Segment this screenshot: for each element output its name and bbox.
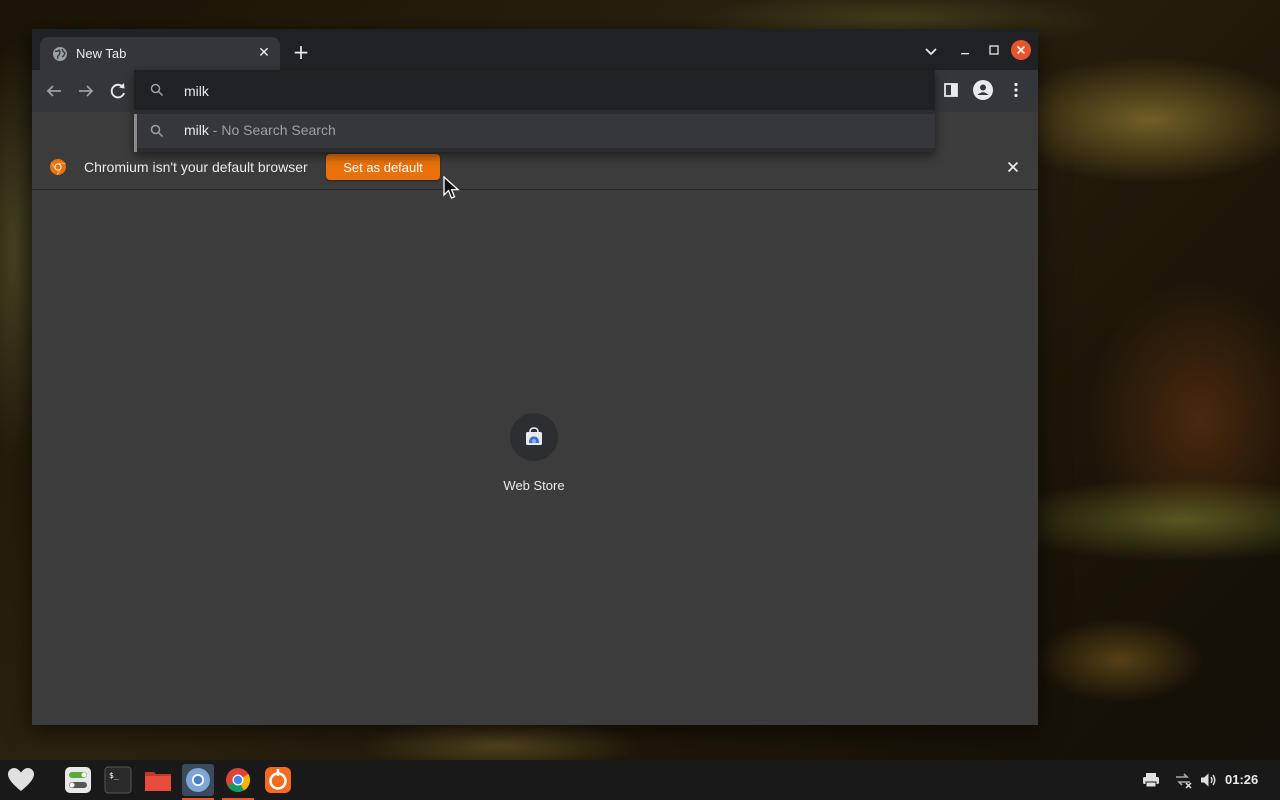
omnibox-suggestion[interactable]: milk - No Search Search [134,114,935,152]
tab-strip: New Tab ✕ + [32,29,1038,70]
infobar-brand: Chromium [84,159,149,175]
reload-icon[interactable] [106,79,130,103]
new-tab-page: Web Store [32,190,1038,725]
taskbar-chrome[interactable] [222,764,254,800]
forward-arrow-icon[interactable] [74,79,98,103]
heart-menu-icon[interactable] [5,764,37,796]
suggestion-query: milk [184,122,209,138]
window-close-button[interactable] [1011,40,1031,60]
tab-close-icon[interactable]: ✕ [256,45,272,61]
volume-icon[interactable] [1199,771,1217,789]
files-folder-icon[interactable] [142,764,174,796]
chromium-logo-icon [50,159,66,176]
tab-new-tab[interactable]: New Tab ✕ [40,37,280,70]
taskbar: $_ 01:26 [0,760,1280,800]
suggestion-highlight-bar [134,114,137,152]
suggestion-text: milk - No Search Search [184,122,336,138]
shortcut-tile [510,413,558,461]
set-as-default-button[interactable]: Set as default [326,154,440,180]
infobar-message: Chromium isn't your default browser [84,159,308,175]
close-icon [1016,45,1026,55]
close-icon[interactable] [1005,159,1021,175]
network-disconnected-icon[interactable] [1174,771,1192,789]
infobar-message-text: isn't your default browser [148,159,308,175]
chromium-icon [186,768,210,792]
address-bar-input[interactable] [184,81,884,101]
tab-title: New Tab [76,46,127,61]
shortcut-label: Web Store [503,478,565,493]
printer-icon[interactable] [1142,771,1160,789]
maximize-icon[interactable] [985,42,1003,58]
terminal-icon[interactable]: $_ [102,764,134,796]
settings-toggle-icon[interactable] [62,764,94,796]
kebab-menu-icon[interactable] [1005,79,1027,101]
omnibox-dropdown: milk - No Search Search [134,70,935,152]
shortcut-web-store[interactable]: Web Store [494,413,574,503]
side-panel-icon[interactable] [940,79,962,101]
search-icon [150,83,164,97]
chrome-icon [226,768,251,793]
firefox-icon[interactable] [262,764,294,796]
search-icon [150,124,164,138]
svg-text:$_: $_ [109,771,119,780]
suggestion-separator: - [208,122,222,138]
mouse-cursor-icon [443,176,460,199]
clock[interactable]: 01:26 [1225,772,1258,787]
new-tab-plus-icon[interactable]: + [290,42,312,64]
suggestion-label: No Search Search [221,122,336,138]
taskbar-chromium-active[interactable] [182,764,214,800]
web-store-icon [526,427,542,445]
omnibox[interactable] [134,70,935,110]
globe-icon [53,47,67,61]
minimize-icon[interactable] [957,43,975,59]
profile-avatar-icon[interactable] [972,79,994,101]
browser-window: New Tab ✕ + milk milk - No Search Search… [32,29,1038,725]
back-arrow-icon[interactable] [42,79,66,103]
chevron-down-icon[interactable] [922,43,940,61]
